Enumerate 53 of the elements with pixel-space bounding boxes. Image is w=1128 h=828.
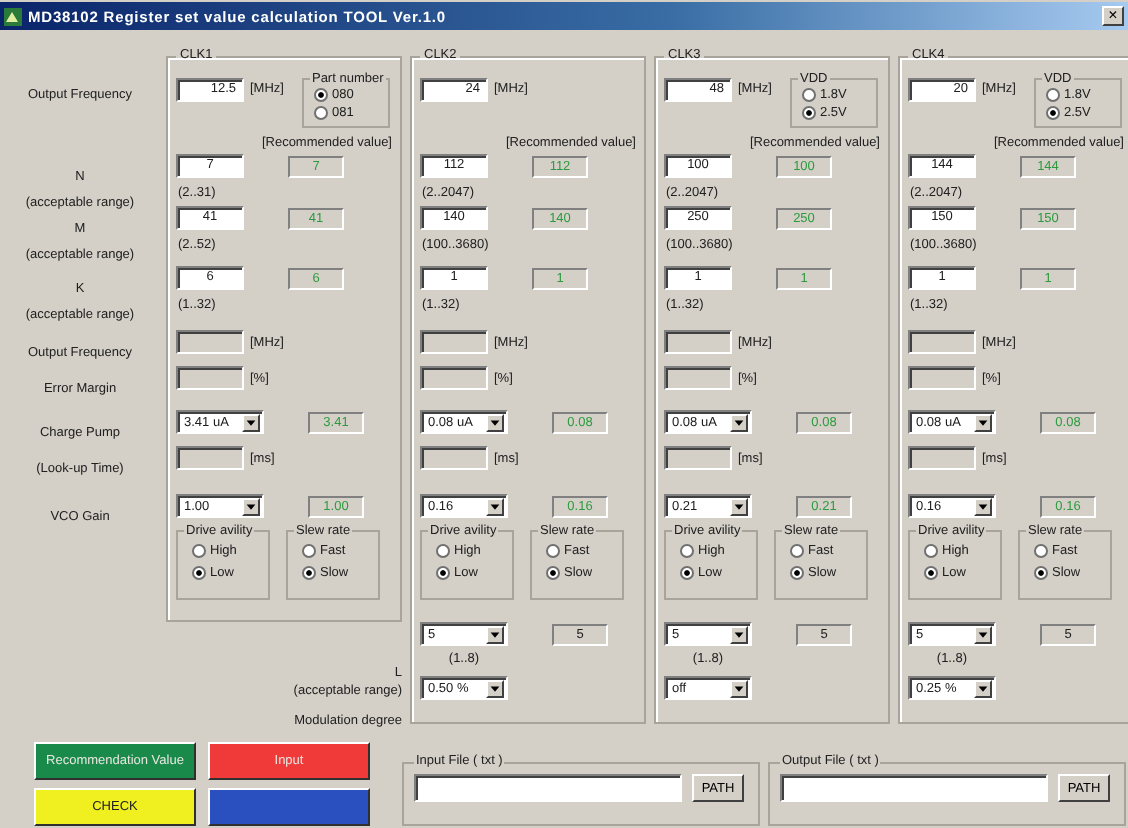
radio-button[interactable]	[790, 544, 804, 558]
radio-button[interactable]	[546, 566, 560, 580]
dropdown-arrow-icon	[486, 413, 504, 431]
dropdown-arrow-icon	[486, 497, 504, 515]
output-field	[176, 366, 244, 390]
file-path-field[interactable]	[780, 774, 1048, 802]
radio-button[interactable]	[313, 88, 328, 102]
file-path-field[interactable]	[414, 774, 682, 802]
dropdown-arrow-icon	[730, 413, 748, 431]
dropdown-arrow-icon	[974, 679, 992, 697]
radio-button[interactable]	[1034, 566, 1048, 580]
radio-button[interactable]	[924, 566, 938, 580]
radio-button[interactable]	[313, 106, 328, 120]
radio-button[interactable]	[192, 544, 206, 558]
radio-button[interactable]	[302, 544, 316, 558]
app-icon	[4, 7, 22, 25]
radio-button[interactable]	[1045, 88, 1060, 102]
output-field	[176, 446, 244, 470]
dropdown-arrow-icon	[974, 413, 992, 431]
action-button[interactable]	[208, 788, 370, 826]
output-field	[420, 330, 488, 354]
dropdown-arrow-icon	[486, 625, 504, 643]
output-field	[908, 366, 976, 390]
output-field	[176, 330, 244, 354]
radio-button[interactable]	[436, 544, 450, 558]
output-field	[664, 366, 732, 390]
radio-button[interactable]	[192, 566, 206, 580]
dropdown-arrow-icon	[730, 497, 748, 515]
radio-button[interactable]	[302, 566, 316, 580]
radio-button[interactable]	[546, 544, 560, 558]
dropdown-arrow-icon	[730, 679, 748, 697]
radio-button[interactable]	[1045, 106, 1060, 120]
radio-button[interactable]	[790, 566, 804, 580]
radio-button[interactable]	[436, 566, 450, 580]
dropdown-arrow-icon	[974, 625, 992, 643]
radio-button[interactable]	[680, 566, 694, 580]
dropdown-arrow-icon	[242, 497, 260, 515]
output-field	[664, 446, 732, 470]
output-field	[664, 330, 732, 354]
dropdown-arrow-icon	[974, 497, 992, 515]
radio-button[interactable]	[1034, 544, 1048, 558]
dropdown-arrow-icon	[486, 679, 504, 697]
dropdown-arrow-icon	[730, 625, 748, 643]
output-field	[420, 366, 488, 390]
output-field	[908, 330, 976, 354]
output-field	[908, 446, 976, 470]
radio-button[interactable]	[680, 544, 694, 558]
radio-button[interactable]	[924, 544, 938, 558]
dropdown-arrow-icon	[242, 413, 260, 431]
output-field	[420, 446, 488, 470]
radio-button[interactable]	[801, 88, 816, 102]
close-button[interactable]: ×	[1102, 6, 1124, 26]
radio-button[interactable]	[801, 106, 816, 120]
